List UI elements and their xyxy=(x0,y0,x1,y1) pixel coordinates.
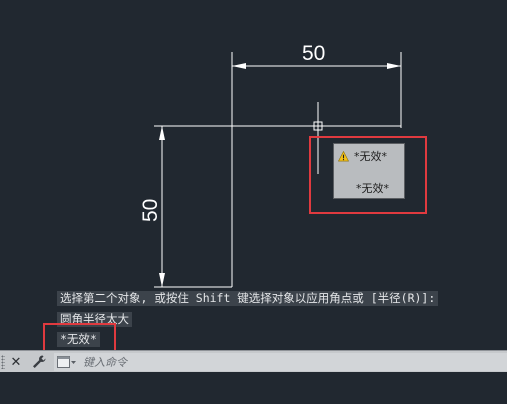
close-command-line-button[interactable]: ✕ xyxy=(8,351,24,373)
bottom-area xyxy=(0,372,507,404)
dim-text-vertical: 50 xyxy=(139,199,162,222)
tooltip-value-1: *无效* xyxy=(354,150,387,163)
dynamic-input-tooltip: *无效* *无效* xyxy=(333,143,405,199)
command-prompt-icon[interactable] xyxy=(57,355,77,369)
wrench-icon xyxy=(33,355,46,368)
dim-arrow-bottom xyxy=(159,273,165,287)
drag-grip-icon[interactable] xyxy=(1,355,5,369)
command-line-bar: ✕ xyxy=(0,350,507,372)
terminal-dropdown-icon xyxy=(57,356,76,368)
tooltip-row-1: *无效* xyxy=(338,148,387,164)
tooltip-value-2: *无效* xyxy=(356,182,389,195)
customize-button[interactable] xyxy=(28,351,50,373)
command-history-line-1: 选择第二个对象, 或按住 Shift 键选择对象以应用角点或 [半径(R)]: xyxy=(57,291,439,306)
command-history-line-3: *无效* xyxy=(57,332,100,347)
dim-arrow-right xyxy=(387,63,401,69)
command-input-wrap[interactable] xyxy=(54,353,507,371)
dim-arrow-top xyxy=(159,126,165,140)
close-icon: ✕ xyxy=(10,354,22,370)
dim-arrow-left xyxy=(232,63,246,69)
command-history-line-2: 圆角半径太大 xyxy=(57,312,132,327)
command-input[interactable] xyxy=(77,354,463,370)
drawing-canvas[interactable]: 50 50 *无效* *无效* 选择第二个对象, 或按住 Shift 键选择对象… xyxy=(0,0,507,353)
warning-icon xyxy=(338,150,349,161)
dim-text-horizontal: 50 xyxy=(302,42,325,65)
